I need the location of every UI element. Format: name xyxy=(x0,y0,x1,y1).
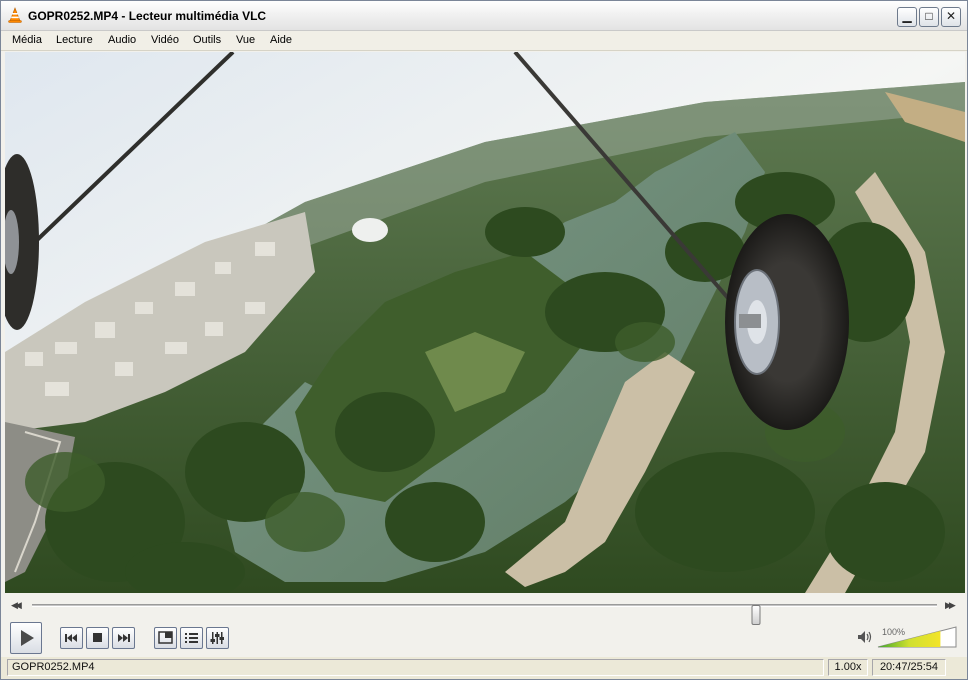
close-icon: ✕ xyxy=(945,9,957,23)
menu-vue[interactable]: Vue xyxy=(236,34,255,46)
seek-forward-icon[interactable]: ▶▶ xyxy=(945,600,956,611)
status-bar: GOPR0252.MP4 1.00x 20:47/25:54 xyxy=(1,657,967,679)
seek-slider[interactable] xyxy=(32,604,937,625)
seek-row: ◀◀ ▶▶ xyxy=(1,595,967,625)
stop-icon xyxy=(93,633,102,642)
play-icon xyxy=(21,630,34,646)
status-filename: GOPR0252.MP4 xyxy=(7,659,824,676)
menu-bar: Média Lecture Audio Vidéo Outils Vue Aid… xyxy=(1,31,967,51)
fullscreen-icon xyxy=(158,631,173,644)
next-button[interactable] xyxy=(112,627,135,649)
menu-audio[interactable]: Audio xyxy=(108,34,136,46)
close-button[interactable]: ✕ xyxy=(941,7,961,27)
vlc-window: GOPR0252.MP4 - Lecteur multimédia VLC ▁ … xyxy=(0,0,968,680)
video-area[interactable] xyxy=(5,52,965,593)
seek-back-icon[interactable]: ◀◀ xyxy=(11,600,22,611)
volume-label: 100% xyxy=(882,627,906,637)
playlist-button[interactable] xyxy=(180,627,203,649)
controls-bar: 100% xyxy=(1,617,967,657)
next-icon xyxy=(118,634,130,642)
status-time[interactable]: 20:47/25:54 xyxy=(872,659,946,676)
minimize-button[interactable]: ▁ xyxy=(897,7,917,27)
menu-outils[interactable]: Outils xyxy=(193,34,221,46)
fullscreen-button[interactable] xyxy=(154,627,177,649)
menu-video[interactable]: Vidéo xyxy=(151,34,179,46)
playlist-icon xyxy=(185,633,198,643)
extended-settings-button[interactable] xyxy=(206,627,229,649)
video-frame xyxy=(5,52,965,593)
minimize-icon: ▁ xyxy=(902,9,912,23)
window-title: GOPR0252.MP4 - Lecteur multimédia VLC xyxy=(28,9,267,23)
extended-settings-icon xyxy=(210,632,224,644)
menu-aide[interactable]: Aide xyxy=(270,34,292,46)
previous-icon xyxy=(65,634,77,642)
title-bar[interactable]: GOPR0252.MP4 - Lecteur multimédia VLC ▁ … xyxy=(1,1,967,31)
play-button[interactable] xyxy=(10,622,42,654)
vlc-cone-icon xyxy=(8,7,22,23)
previous-button[interactable] xyxy=(60,627,83,649)
maximize-icon: □ xyxy=(925,9,933,23)
status-playback-rate[interactable]: 1.00x xyxy=(828,659,868,676)
menu-media[interactable]: Média xyxy=(12,34,42,46)
maximize-button[interactable]: □ xyxy=(919,7,939,27)
speaker-icon[interactable] xyxy=(857,630,873,644)
stop-button[interactable] xyxy=(86,627,109,649)
menu-lecture[interactable]: Lecture xyxy=(56,34,93,46)
